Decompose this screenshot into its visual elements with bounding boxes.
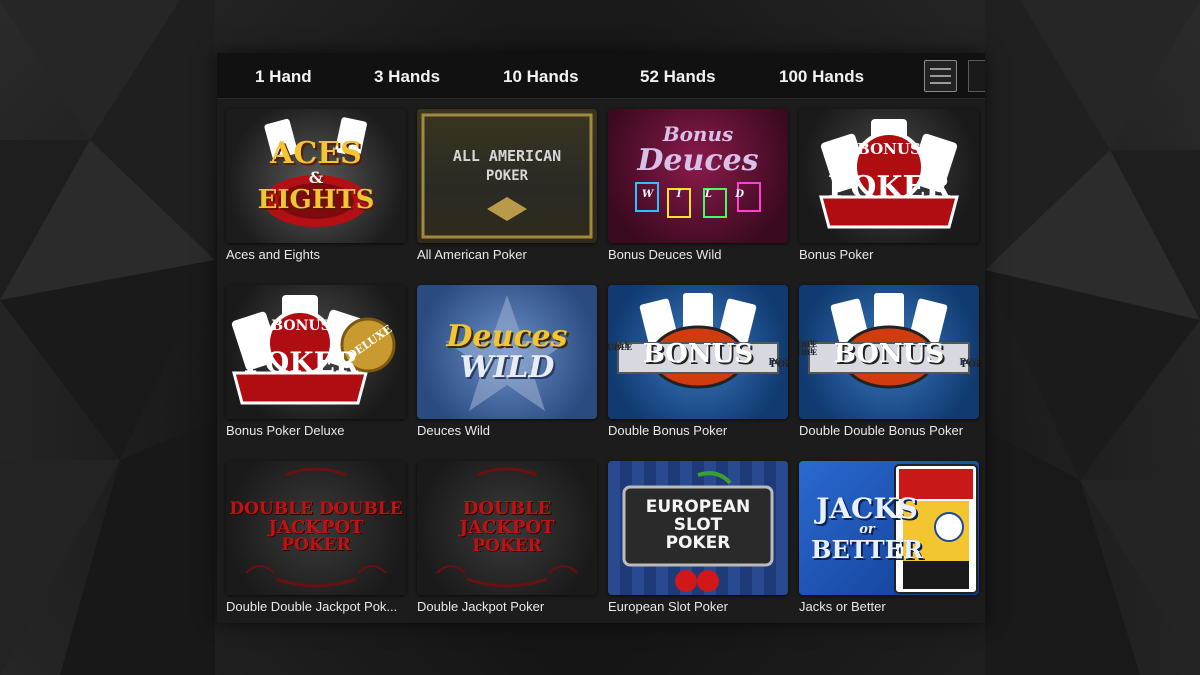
- game-title: Deuces Wild: [417, 423, 490, 438]
- game-thumbnail: Deuces WILD: [417, 285, 597, 419]
- game-title: All American Poker: [417, 247, 527, 262]
- game-thumbnail: DOUBLE JACKPOT POKER: [417, 461, 597, 595]
- game-tile-double-jackpot-poker[interactable]: DOUBLE JACKPOT POKER Double Jackpot Poke…: [417, 461, 597, 614]
- game-title: Double Bonus Poker: [608, 423, 728, 438]
- game-tile-jacks-or-better[interactable]: JACKS or BETTER Jacks or Better: [799, 461, 979, 614]
- game-tile-deuces-wild[interactable]: Deuces WILD Deuces Wild: [417, 285, 597, 438]
- game-thumbnail: ALL AMERICAN POKER: [417, 109, 597, 243]
- game-tile-double-bonus-poker[interactable]: DOUBLE BONUS POKER Double Bonus Poker: [608, 285, 788, 438]
- game-title: Jacks or Better: [799, 599, 886, 614]
- game-thumbnail: BONUS POKER: [799, 109, 979, 243]
- game-title: European Slot Poker: [608, 599, 728, 614]
- list-view-icon[interactable]: [924, 60, 957, 92]
- game-tile-all-american-poker[interactable]: ALL AMERICAN POKER All American Poker: [417, 109, 597, 262]
- game-thumbnail: Bonus Deuces W I L D: [608, 109, 788, 243]
- game-tile-double-double-bonus-poker[interactable]: DOUBLE DOUBLE BONUS POKER Double Double …: [799, 285, 979, 438]
- game-title: Double Double Bonus Poker: [799, 423, 964, 438]
- tab-3-hands[interactable]: 3 Hands: [374, 67, 440, 87]
- game-title: Bonus Poker Deluxe: [226, 423, 345, 438]
- tab-10-hands[interactable]: 10 Hands: [503, 67, 579, 87]
- game-tile-bonus-poker[interactable]: BONUS POKER Bonus Poker: [799, 109, 979, 262]
- game-thumbnail: DOUBLE DOUBLE JACKPOT POKER: [226, 461, 406, 595]
- game-thumbnail: JACKS or BETTER: [799, 461, 979, 595]
- game-title: Double Jackpot Poker: [417, 599, 545, 614]
- game-thumbnail: DOUBLE BONUS POKER: [608, 285, 788, 419]
- game-thumbnail: EUROPEAN SLOT POKER: [608, 461, 788, 595]
- tab-52-hands[interactable]: 52 Hands: [640, 67, 716, 87]
- game-thumbnail: DOUBLE DOUBLE BONUS POKER: [799, 285, 979, 419]
- game-thumbnail: BONUS POKER DELUXE: [226, 285, 406, 419]
- game-tile-bonus-poker-deluxe[interactable]: BONUS POKER DELUXE Bonus Poker Deluxe: [226, 285, 406, 438]
- tab-1-hand[interactable]: 1 Hand: [255, 67, 312, 87]
- game-tile-bonus-deuces-wild[interactable]: Bonus Deuces W I L D Bonus Deuces Wild: [608, 109, 788, 262]
- game-tile-double-double-jackpot-poker[interactable]: DOUBLE DOUBLE JACKPOT POKER Double Doubl…: [226, 461, 406, 614]
- tab-100-hands[interactable]: 100 Hands: [779, 67, 864, 87]
- game-thumbnail: ACES & EIGHTS: [226, 109, 406, 243]
- game-title: Bonus Poker: [799, 247, 874, 262]
- game-lobby-panel: 1 Hand 3 Hands 10 Hands 52 Hands 100 Han…: [217, 53, 985, 623]
- hand-count-tabs: 1 Hand 3 Hands 10 Hands 52 Hands 100 Han…: [217, 53, 985, 99]
- grid-view-icon[interactable]: [968, 60, 985, 92]
- game-title: Double Double Jackpot Pok...: [226, 599, 398, 614]
- game-title: Bonus Deuces Wild: [608, 247, 722, 262]
- game-tile-aces-and-eights[interactable]: ACES & EIGHTS Aces and Eights: [226, 109, 406, 262]
- game-title: Aces and Eights: [226, 247, 320, 262]
- game-tile-european-slot-poker[interactable]: EUROPEAN SLOT POKER European Slot Poker: [608, 461, 788, 614]
